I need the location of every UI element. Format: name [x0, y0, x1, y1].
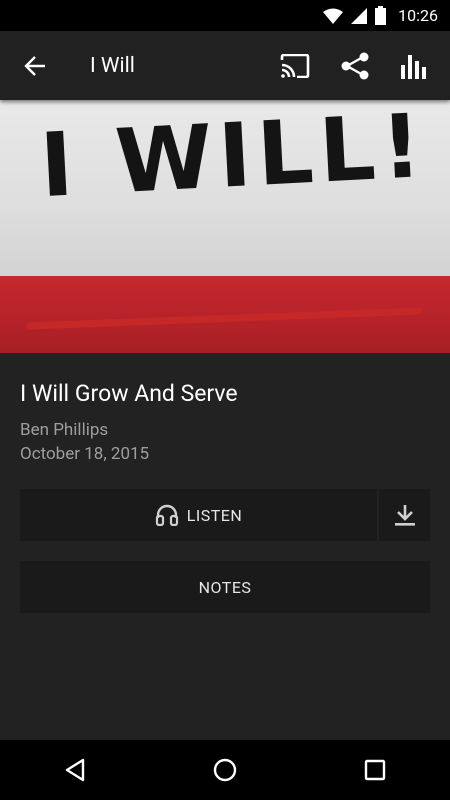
cast-icon — [280, 53, 310, 78]
download-button[interactable] — [379, 489, 430, 541]
cell-signal-icon — [351, 7, 368, 24]
listen-row: LISTEN — [20, 489, 430, 541]
share-icon — [341, 52, 369, 79]
sermon-title: I Will Grow And Serve — [20, 380, 238, 407]
listen-label: LISTEN — [186, 505, 243, 525]
status-bar: 10:26 — [0, 0, 450, 31]
sermon-artwork: I WILL! — [0, 100, 450, 353]
nav-home-button[interactable] — [195, 740, 255, 800]
artwork-scribble-text: I WILL! — [37, 100, 430, 218]
nav-back-button[interactable] — [45, 740, 105, 800]
nav-back-icon — [65, 758, 85, 782]
back-button[interactable] — [0, 31, 70, 100]
speaker-name: Ben Phillips — [20, 420, 109, 440]
wifi-icon — [323, 8, 344, 24]
arrow-back-icon — [24, 55, 45, 76]
nav-recents-icon — [364, 759, 386, 781]
nav-home-icon — [213, 758, 237, 782]
headphones-icon — [155, 504, 179, 526]
notes-button[interactable]: NOTES — [20, 561, 430, 613]
nav-recents-button[interactable] — [345, 740, 405, 800]
cast-button[interactable] — [270, 31, 320, 100]
app-bar: I Will — [0, 31, 450, 100]
listen-button[interactable]: LISTEN — [20, 489, 377, 541]
battery-icon — [375, 6, 387, 25]
share-button[interactable] — [330, 31, 380, 100]
notes-label: NOTES — [198, 577, 252, 597]
status-time: 10:26 — [398, 6, 438, 25]
system-nav-bar — [0, 740, 450, 800]
stats-button[interactable] — [390, 31, 440, 100]
download-icon — [394, 505, 415, 526]
page-title: I Will — [90, 53, 135, 78]
sermon-date: October 18, 2015 — [20, 444, 150, 464]
bar-chart-icon — [401, 54, 426, 79]
